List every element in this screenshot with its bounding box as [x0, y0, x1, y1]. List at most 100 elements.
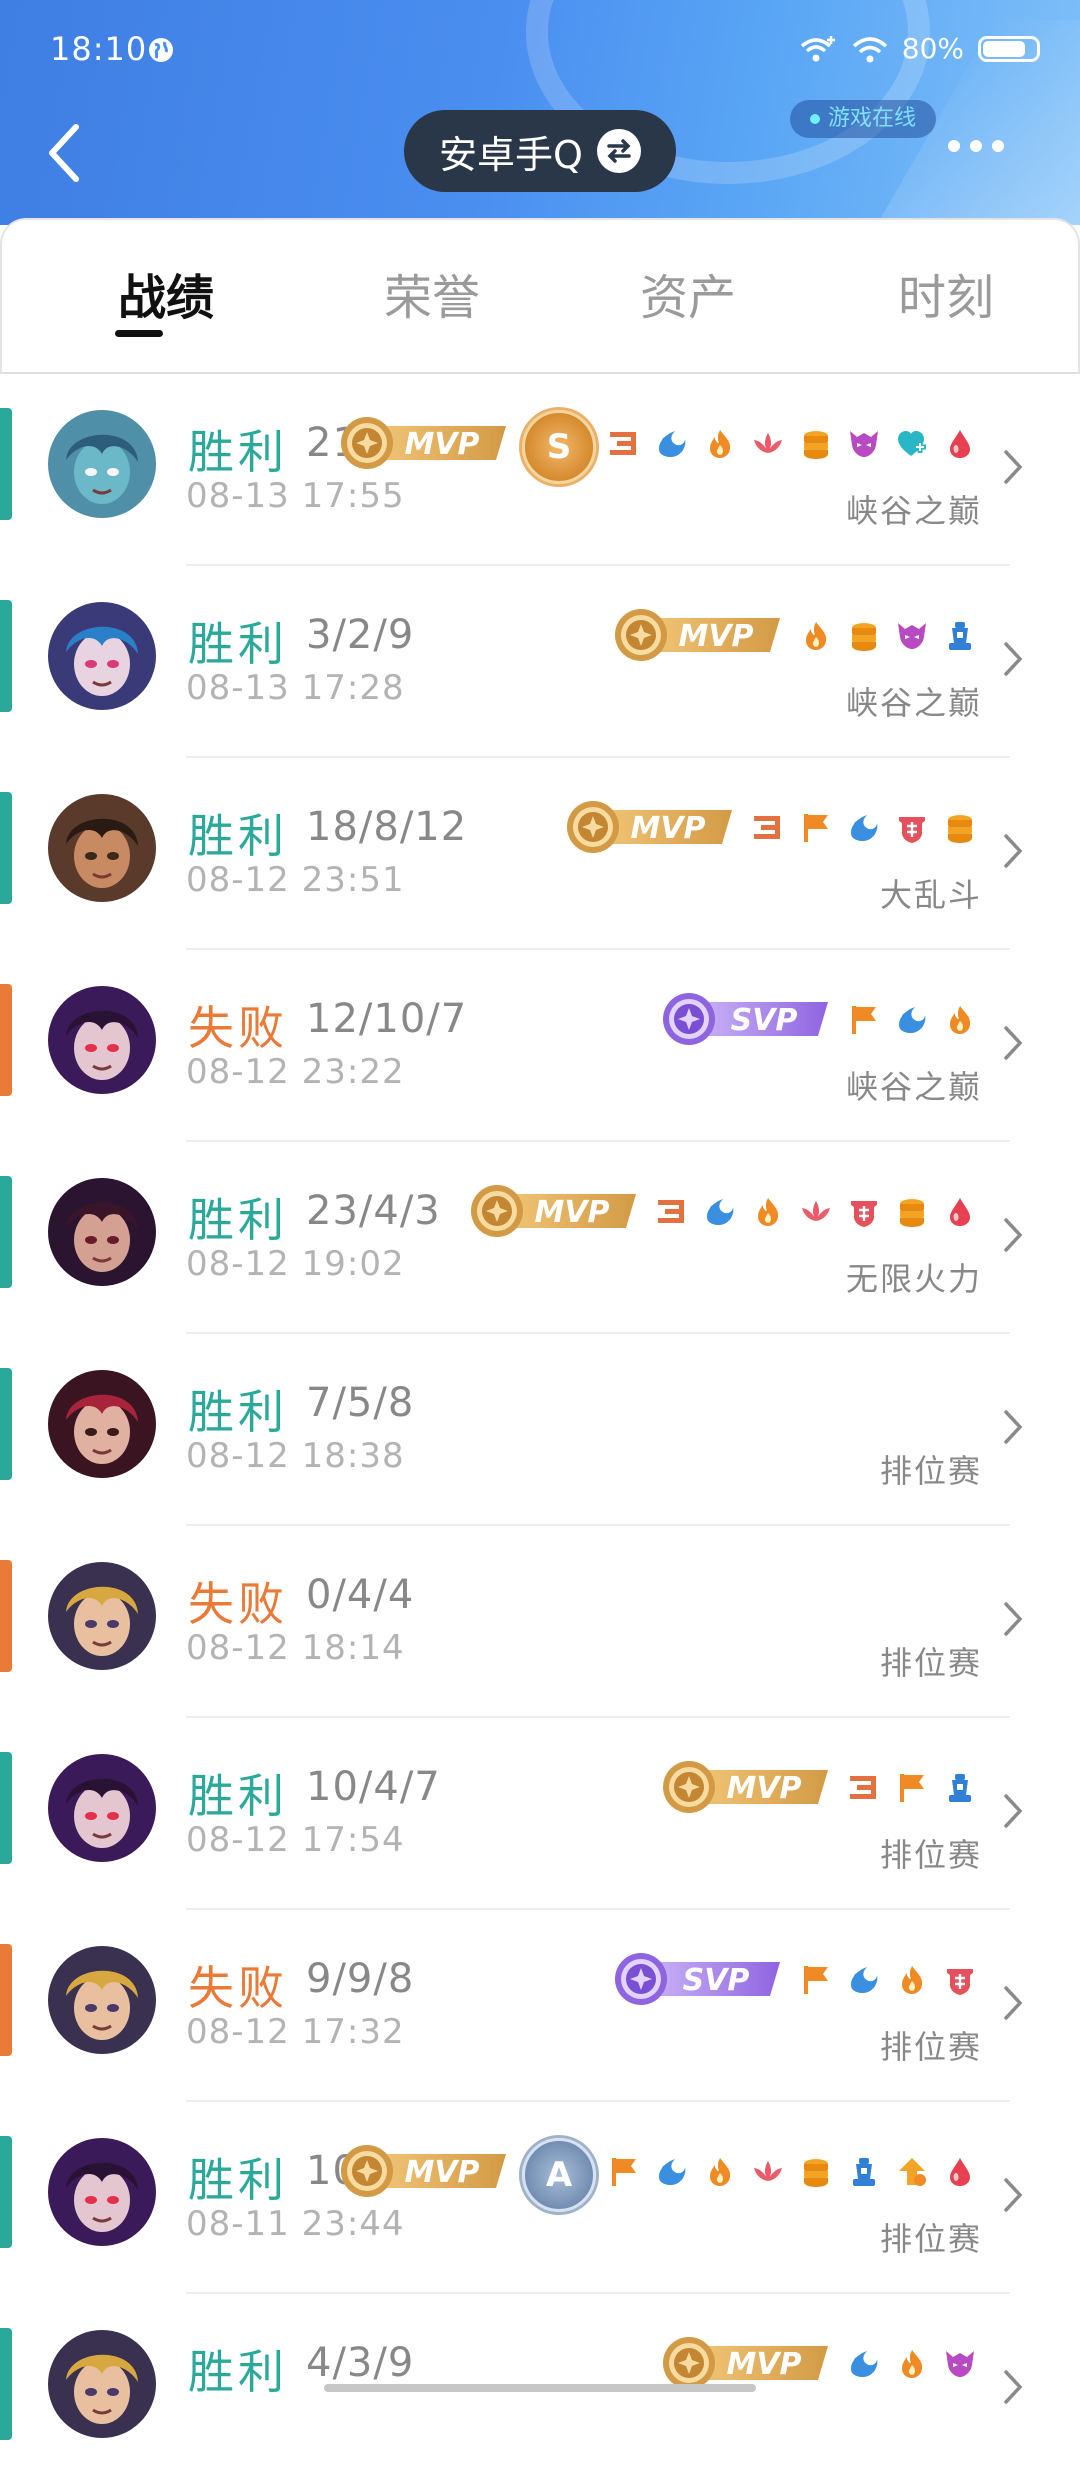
account-name: 安卓手Q	[439, 132, 583, 177]
home-indicator	[324, 2384, 756, 2392]
chevron-right-icon	[1004, 1794, 1023, 1828]
match-result: 胜利	[188, 1769, 288, 1823]
match-result: 失败	[188, 1001, 288, 1055]
champion-avatar	[48, 410, 156, 518]
game-mode: 排位赛	[879, 2028, 982, 2066]
champion-avatar	[48, 2138, 156, 2246]
battery-fill	[983, 40, 1025, 57]
up-arrow-icon	[892, 2152, 932, 2192]
match-time: 08-12 17:54	[186, 1820, 405, 1860]
game-mode: 峡谷之巅	[845, 1068, 982, 1106]
match-result: 失败	[188, 1577, 288, 1631]
blood-icon	[940, 1192, 980, 1232]
tower-icon	[940, 616, 980, 656]
lotus-icon	[796, 1192, 836, 1232]
match-time: 08-11 23:44	[186, 2204, 405, 2244]
champion-avatar	[48, 794, 156, 902]
shield-icon	[844, 1192, 884, 1232]
tab-moments[interactable]: 时刻	[898, 258, 994, 328]
swap-icon	[596, 129, 641, 173]
chevron-right-icon	[1004, 2178, 1023, 2212]
match-result: 胜利	[188, 2153, 288, 2207]
dot-icon	[970, 140, 982, 152]
flame-icon	[796, 616, 836, 656]
match-result: 胜利	[188, 809, 288, 863]
flag-icon	[796, 1960, 836, 2000]
match-record-list: 胜利 21/08-13 17:55 峡谷之巅 S MVP 胜利 3/2/9 08-13 1…	[0, 374, 1080, 2486]
match-time: 08-12 23:22	[186, 1052, 405, 1092]
result-indicator-bar	[0, 600, 12, 712]
match-result: 失败	[188, 1961, 288, 2015]
shield-icon	[940, 1960, 980, 2000]
match-time: 08-12 23:51	[186, 860, 405, 900]
flame-icon	[748, 1192, 788, 1232]
chevron-right-icon	[1004, 1218, 1023, 1252]
chevron-right-icon	[1004, 1410, 1023, 1444]
svg-text:MVP: MVP	[630, 811, 705, 846]
match-time: 08-12 18:14	[186, 1628, 405, 1668]
champion-avatar	[48, 1370, 156, 1478]
champion-avatar	[48, 602, 156, 710]
champion-avatar	[48, 1562, 156, 1670]
chevron-right-icon	[1004, 1602, 1023, 1636]
match-record-row[interactable]: 胜利 23/4/3 08-12 19:02 无限火力 MVP	[0, 1142, 1080, 1334]
game-mode: 大乱斗	[879, 876, 982, 914]
demon-icon	[940, 2344, 980, 2384]
mvp-badge: MVP	[338, 2142, 510, 2200]
battery-percent: 80%	[901, 32, 964, 65]
match-record-row[interactable]: 失败 9/9/8 08-12 17:32 排位赛 SVP	[0, 1910, 1080, 2102]
battery-icon	[978, 35, 1040, 62]
achievement-icons	[844, 990, 980, 1050]
achievement-icons	[748, 798, 980, 858]
match-record-row[interactable]: 胜利 21/08-13 17:55 峡谷之巅 S MVP	[0, 374, 1080, 566]
kda-score: 3/2/9	[306, 612, 415, 658]
shield-icon	[892, 808, 932, 848]
achievement-icons	[796, 1950, 980, 2010]
grade-medal: S	[522, 410, 596, 484]
tower-icon	[844, 2152, 884, 2192]
mvp-badge: MVP	[468, 1182, 640, 1240]
chevron-right-icon	[1004, 450, 1023, 484]
account-switch-button[interactable]: 安卓手Q	[404, 110, 676, 192]
demon-icon	[844, 424, 884, 464]
svg-text:MVP: MVP	[726, 1771, 801, 1806]
triple-icon	[604, 424, 644, 464]
match-result: 胜利	[188, 2345, 288, 2399]
result-indicator-bar	[0, 984, 12, 1096]
back-arrow-icon[interactable]	[40, 115, 96, 191]
achievement-icons	[604, 414, 980, 474]
header-banner: 18:10 80% 游戏在线 安卓手Q	[0, 0, 1080, 225]
status-time: 18:10	[50, 30, 148, 68]
match-record-row[interactable]: 失败 12/10/7 08-12 23:22 峡谷之巅 SVP	[0, 950, 1080, 1142]
game-online-status: 游戏在线	[790, 100, 937, 138]
active-tab-indicator	[115, 330, 163, 337]
triple-icon	[748, 808, 788, 848]
game-mode: 排位赛	[879, 1644, 982, 1682]
achievement-icons	[796, 606, 980, 666]
result-indicator-bar	[0, 1944, 12, 2056]
champion-avatar	[48, 1178, 156, 1286]
triple-icon	[844, 1768, 884, 1808]
champion-avatar	[48, 1754, 156, 1862]
chevron-right-icon	[1004, 642, 1023, 676]
match-record-row[interactable]: 胜利 18/8/12 08-12 23:51 大乱斗 MVP	[0, 758, 1080, 950]
match-record-row[interactable]: 胜利 10/08-11 23:44 排位赛 A MVP	[0, 2102, 1080, 2294]
match-record-row[interactable]: 失败 0/4/4 08-12 18:14 排位赛	[0, 1526, 1080, 1718]
blood-icon	[940, 2152, 980, 2192]
match-time: 08-13 17:55	[186, 476, 405, 516]
match-record-row[interactable]: 胜利 3/2/9 08-13 17:28 峡谷之巅 MVP	[0, 566, 1080, 758]
more-options-button[interactable]	[948, 140, 1004, 152]
result-indicator-bar	[0, 1368, 12, 1480]
blood-icon	[940, 424, 980, 464]
match-result: 胜利	[188, 617, 288, 671]
tab-record[interactable]: 战绩	[118, 258, 214, 328]
match-record-row[interactable]: 胜利 10/4/7 08-12 17:54 排位赛 MVP	[0, 1718, 1080, 1910]
svp-badge: SVP	[660, 990, 832, 1048]
match-result: 胜利	[188, 1385, 288, 1439]
tab-honor[interactable]: 荣誉	[384, 258, 480, 328]
match-result: 胜利	[188, 425, 288, 479]
flame-icon	[940, 1000, 980, 1040]
result-indicator-bar	[0, 792, 12, 904]
match-record-row[interactable]: 胜利 7/5/8 08-12 18:38 排位赛	[0, 1334, 1080, 1526]
tab-assets[interactable]: 资产	[640, 258, 736, 328]
